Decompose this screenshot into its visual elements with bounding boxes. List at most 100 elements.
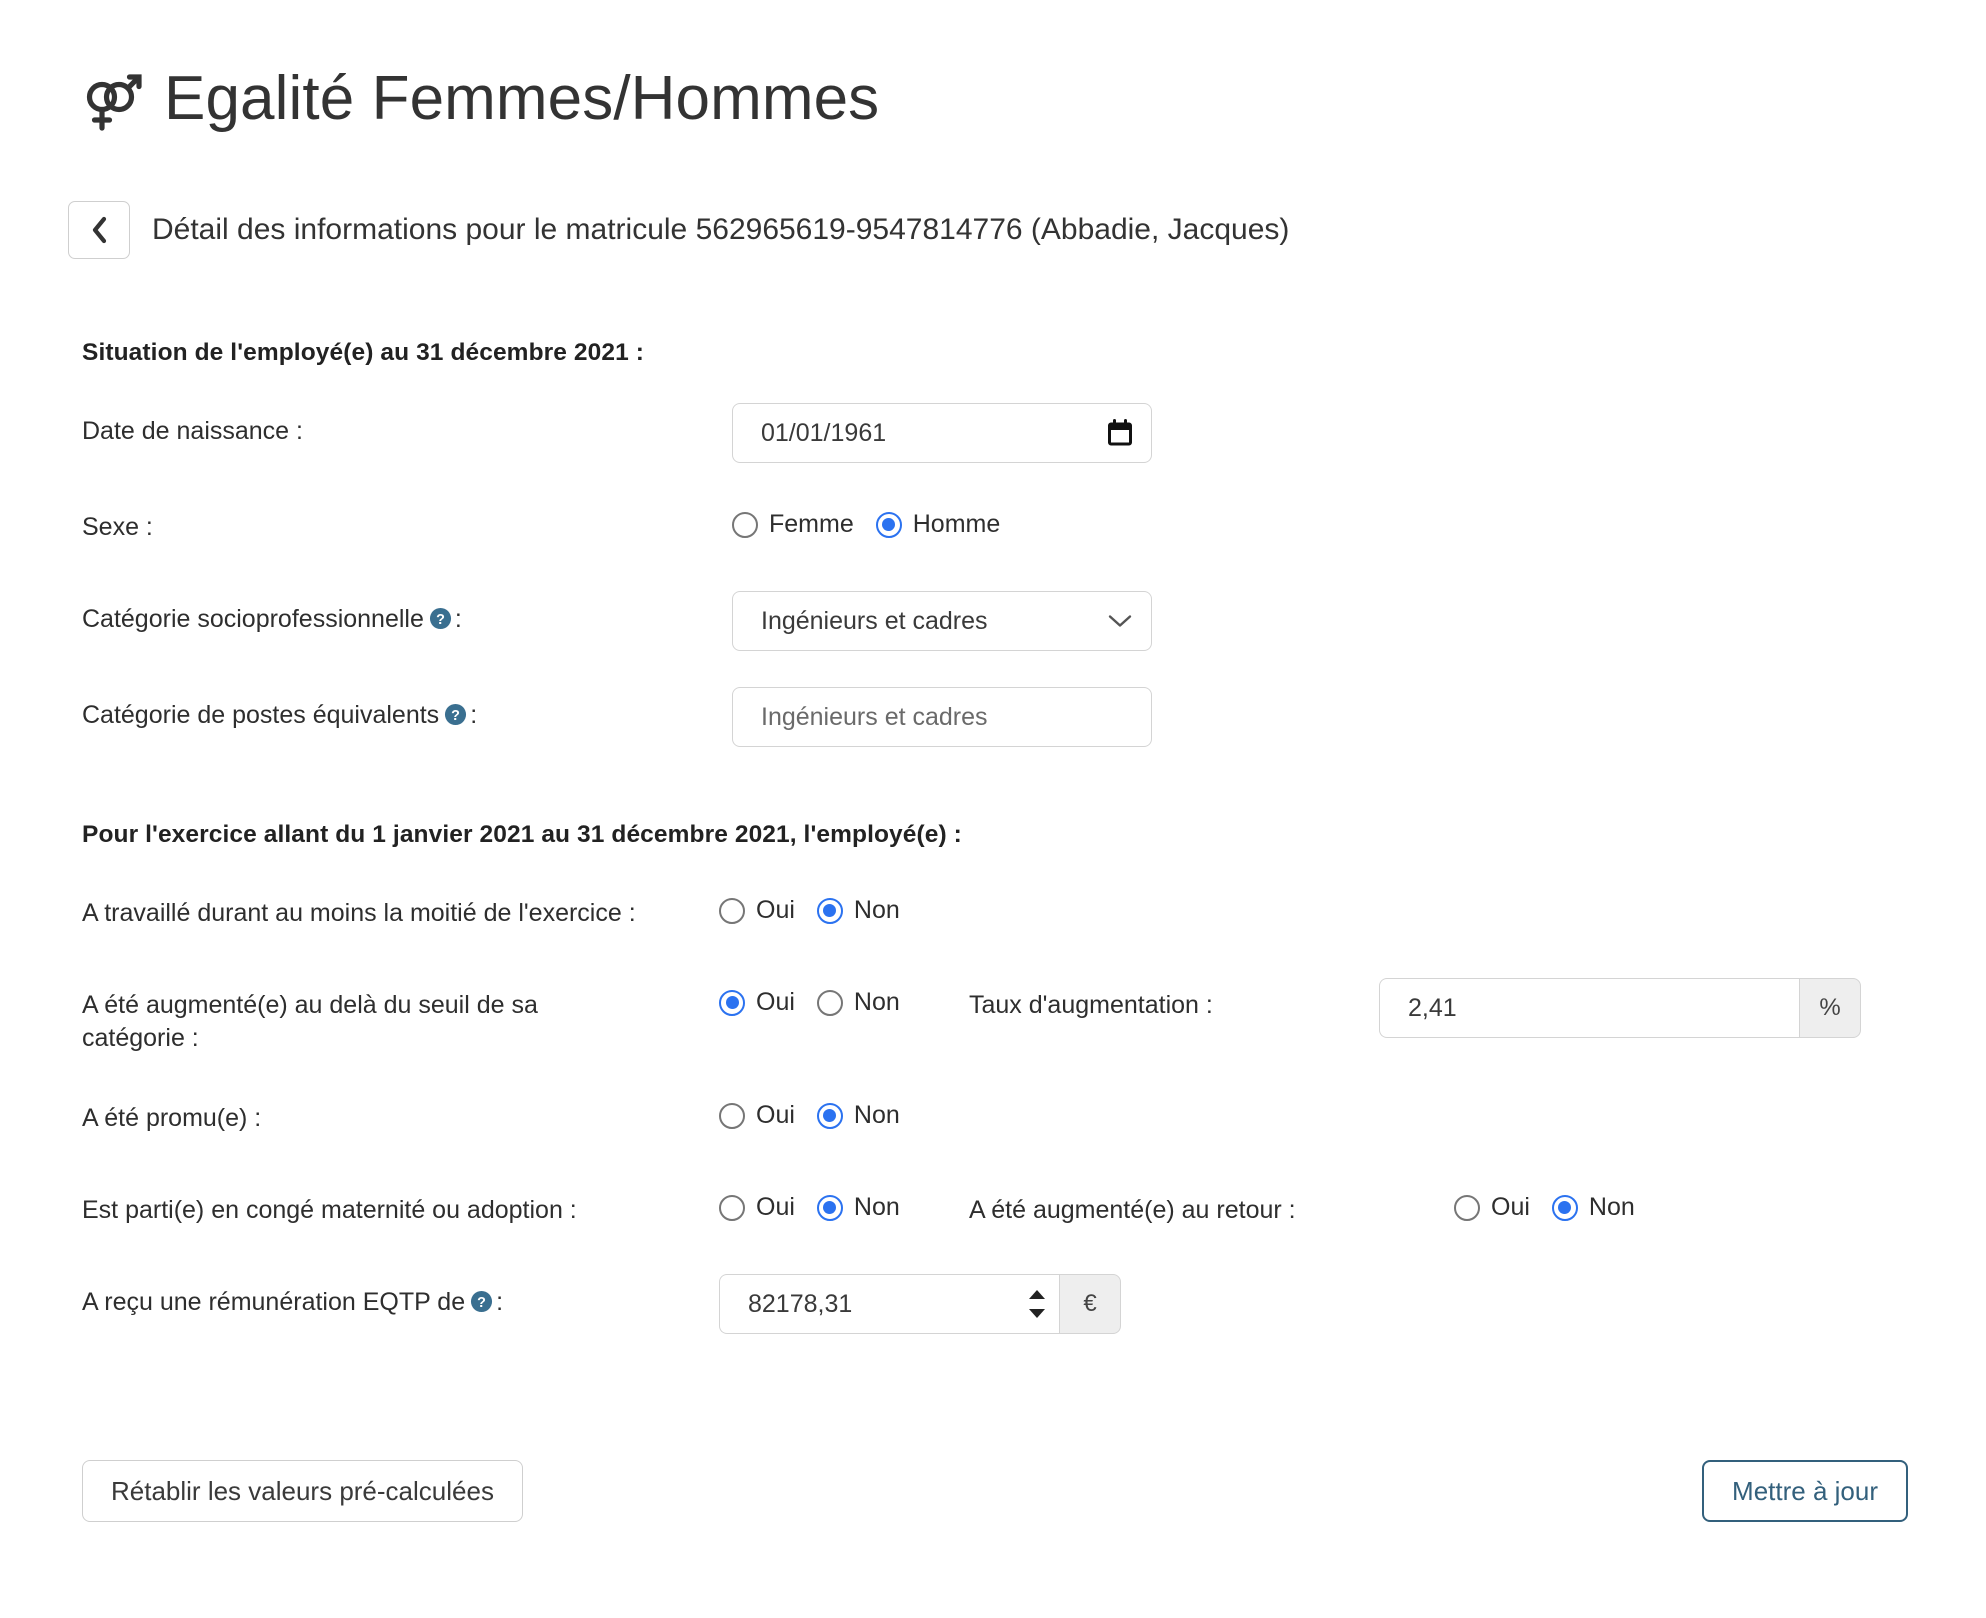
exercise-section-title: Pour l'exercice allant du 1 janvier 2021… (82, 821, 962, 849)
radio-a-ete-promu-oui[interactable] (719, 1102, 745, 1129)
radio-homme-label: Homme (912, 510, 1001, 539)
reset-precalculated-button[interactable]: Rétablir les valeurs pré-calculées (82, 1459, 523, 1522)
svg-text:?: ? (436, 612, 445, 628)
label-a-ete-promu: A été promu(e) : (82, 1104, 262, 1133)
radio-conge-maternite-non[interactable] (816, 1194, 843, 1221)
remuneration-eqtp-value: 82178,31 (748, 1289, 853, 1318)
augmente-au-retour-option-non[interactable]: Non (1551, 1193, 1635, 1222)
sexe-option-femme[interactable]: Femme (732, 510, 854, 539)
categorie-postes-equivalents-control: Ingénieurs et cadres (732, 687, 1152, 748)
svg-text:?: ? (451, 708, 460, 724)
radio-augmente-seuil-non[interactable] (816, 989, 843, 1016)
augmente-seuil-option-non[interactable]: Non (816, 988, 900, 1017)
radio-augmente-au-retour-non[interactable] (1551, 1194, 1578, 1221)
label-remuneration-eqtp: A reçu une rémunération EQTP de?: (82, 1274, 719, 1319)
csp-select[interactable]: Ingénieurs et cadres (732, 591, 1152, 652)
sexe-control: Femme Homme (732, 499, 1000, 539)
label-categorie-postes-equivalents: Catégorie de postes équivalents?: (82, 687, 732, 732)
conge-maternite-option-non[interactable]: Non (816, 1193, 900, 1222)
birthdate-input[interactable]: 01/01/1961 (732, 403, 1152, 464)
spinner-up-down-icon[interactable] (1027, 1289, 1047, 1319)
augmente-au-retour-option-oui[interactable]: Oui (1454, 1193, 1530, 1222)
augmente-seuil-option-oui[interactable]: Oui (719, 988, 795, 1017)
calendar-icon[interactable] (1107, 419, 1133, 447)
date-de-naissance-control: 01/01/1961 (732, 403, 1152, 464)
radio-augmente-au-retour-oui-label: Oui (1491, 1193, 1530, 1222)
row-augmente-seuil: A été augmenté(e) au delà du seuil de sa… (82, 977, 1986, 1054)
breadcrumb: Détail des informations pour le matricul… (0, 173, 1986, 260)
remuneration-eqtp-input[interactable]: 82178,31 (719, 1274, 1059, 1335)
csp-selected-value: Ingénieurs et cadres (761, 606, 988, 635)
a-travaille-radio-group: Oui Non (719, 885, 900, 925)
radio-conge-maternite-oui[interactable] (719, 1194, 745, 1221)
row-remuneration-eqtp: A reçu une rémunération EQTP de?: 82178,… (82, 1274, 1986, 1335)
row-a-ete-promu: A été promu(e) : Oui Non (82, 1090, 1986, 1146)
taux-augmentation-value: 2,41 (1408, 993, 1457, 1022)
page-title: Egalité Femmes/Hommes (0, 42, 1986, 132)
help-circle-icon[interactable]: ? (470, 1290, 493, 1313)
radio-a-ete-promu-non[interactable] (816, 1102, 843, 1129)
categorie-socioprofessionnelle-control: Ingénieurs et cadres (732, 591, 1152, 652)
label-postes-colon: : (470, 701, 478, 730)
label-taux-augmentation: Taux d'augmentation : (969, 991, 1213, 1020)
conge-maternite-control: Oui Non (719, 1182, 969, 1222)
sexe-option-homme[interactable]: Homme (875, 510, 1001, 539)
radio-a-travaille-oui-label: Oui (756, 896, 795, 925)
conge-maternite-option-oui[interactable]: Oui (719, 1193, 795, 1222)
radio-a-ete-promu-non-label: Non (853, 1101, 900, 1130)
radio-a-travaille-non-label: Non (853, 896, 900, 925)
equivalent-posts-value: Ingénieurs et cadres (761, 702, 988, 731)
page-root: Egalité Femmes/Hommes Détail des informa… (0, 42, 1986, 1618)
page-title-text: Egalité Femmes/Hommes (164, 63, 880, 133)
radio-augmente-au-retour-non-label: Non (1588, 1193, 1635, 1222)
augmente-au-retour-radio-group: Oui Non (1454, 1182, 1635, 1222)
label-conge-maternite: Est parti(e) en congé maternité ou adopt… (82, 1196, 577, 1225)
label-a-travaille: A travaillé durant au moins la moitié de… (82, 899, 636, 928)
venus-mars-icon (82, 68, 142, 134)
a-travaille-option-non[interactable]: Non (816, 896, 900, 925)
radio-augmente-au-retour-oui[interactable] (1454, 1194, 1480, 1221)
breadcrumb-text: Détail des informations pour le matricul… (152, 213, 1290, 247)
help-circle-icon[interactable]: ? (444, 703, 467, 726)
birthdate-value: 01/01/1961 (761, 418, 887, 447)
radio-a-travaille-non[interactable] (816, 897, 843, 924)
label-sexe: Sexe : (82, 513, 153, 542)
radio-augmente-seuil-non-label: Non (853, 988, 900, 1017)
row-categorie-socioprofessionnelle: Catégorie socioprofessionnelle?: Ingénie… (82, 591, 1986, 652)
a-travaille-option-oui[interactable]: Oui (719, 896, 795, 925)
row-sexe: Sexe : Femme Homme (82, 499, 1986, 555)
chevron-left-icon (88, 215, 110, 245)
radio-a-travaille-oui[interactable] (719, 897, 745, 924)
radio-augmente-seuil-oui-label: Oui (756, 988, 795, 1017)
a-ete-promu-option-non[interactable]: Non (816, 1101, 900, 1130)
employee-detail-form: Situation de l'employé(e) au 31 décembre… (0, 259, 1986, 1335)
radio-femme[interactable] (732, 511, 758, 538)
row-a-travaille: A travaillé durant au moins la moitié de… (82, 885, 1986, 941)
form-actions: Rétablir les valeurs pré-calculées Mettr… (82, 1459, 1908, 1522)
back-button[interactable] (68, 201, 130, 260)
update-button[interactable]: Mettre à jour (1702, 1459, 1908, 1522)
a-travaille-control: Oui Non (719, 885, 900, 925)
radio-augmente-seuil-oui[interactable] (719, 989, 745, 1016)
percent-addon: % (1799, 978, 1861, 1039)
row-conge-maternite: Est parti(e) en congé maternité ou adopt… (82, 1182, 1986, 1238)
label-augmente-seuil-line1: A été augmenté(e) au delà du seuil de sa (82, 991, 538, 1020)
taux-augmentation-input-group: 2,41 % (1379, 978, 1861, 1039)
chevron-down-icon[interactable] (1107, 613, 1133, 629)
taux-augmentation-input[interactable]: 2,41 (1379, 978, 1799, 1039)
taux-augmentation-control: 2,41 % (1379, 977, 1861, 1039)
row-date-de-naissance: Date de naissance : 01/01/1961 (82, 403, 1986, 464)
augmente-seuil-control: Oui Non (719, 977, 969, 1017)
equivalent-posts-input[interactable]: Ingénieurs et cadres (732, 687, 1152, 748)
label-date-de-naissance: Date de naissance : (82, 417, 303, 446)
radio-conge-maternite-oui-label: Oui (756, 1193, 795, 1222)
situation-section-title: Situation de l'employé(e) au 31 décembre… (82, 339, 644, 367)
radio-homme[interactable] (875, 511, 902, 538)
help-circle-icon[interactable]: ? (429, 607, 452, 630)
a-ete-promu-option-oui[interactable]: Oui (719, 1101, 795, 1130)
svg-text:?: ? (477, 1295, 486, 1311)
radio-femme-label: Femme (769, 510, 854, 539)
label-eqtp-text: A reçu une rémunération EQTP de (82, 1288, 466, 1317)
label-csp-text: Catégorie socioprofessionnelle (82, 605, 424, 634)
label-augmente-seuil: A été augmenté(e) au delà du seuil de sa… (82, 977, 719, 1054)
